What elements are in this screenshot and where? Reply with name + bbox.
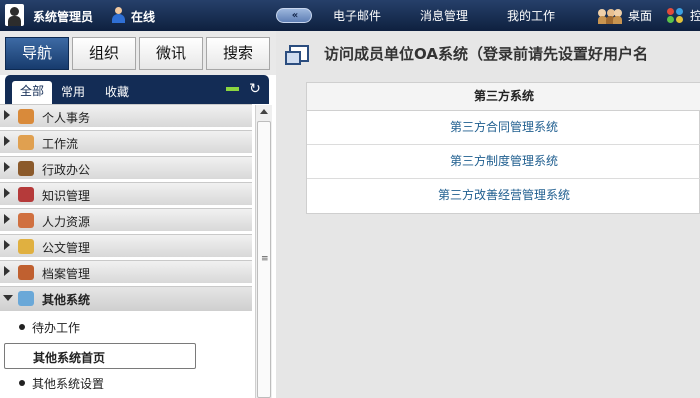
menu-label: 知识管理 — [42, 189, 91, 203]
nav-desktop[interactable]: 桌面 — [628, 7, 652, 24]
bullet-icon — [19, 380, 25, 386]
menu-item-workflow[interactable]: 工作流 — [0, 130, 252, 154]
table-row-policy-system[interactable]: 第三方制度管理系统 — [307, 145, 700, 179]
hr-icon — [18, 213, 34, 228]
expand-arrow-icon — [4, 266, 10, 276]
book-icon — [18, 187, 34, 202]
bullet-icon — [19, 324, 25, 330]
subtab-common[interactable]: 常用 — [61, 83, 85, 100]
table-row-contract-system[interactable]: 第三方合同管理系统 — [307, 111, 700, 145]
other-systems-icon — [18, 291, 34, 306]
submenu-label: 其他系统首页 — [33, 351, 106, 365]
menu-label: 公文管理 — [42, 241, 91, 255]
submenu-label: 待办工作 — [32, 321, 81, 335]
menu-scrollbar[interactable]: ≡ — [255, 105, 272, 398]
menu-label: 人力资源 — [42, 215, 91, 229]
tab-organization[interactable]: 组织 — [72, 37, 136, 70]
tab-search[interactable]: 搜索 — [206, 37, 270, 70]
left-panel: 导航 组织 微讯 搜索 全部 常用 收藏 ↻ 个人事务 工作流 行政办公 知识管… — [0, 31, 276, 398]
subtab-favorites[interactable]: 收藏 — [105, 83, 129, 100]
online-person-icon — [112, 7, 125, 23]
menu-label: 行政办公 — [42, 163, 91, 177]
table-header: 第三方系统 — [307, 83, 700, 111]
nav-email[interactable]: 电子邮件 — [333, 7, 381, 24]
expand-arrow-icon — [4, 240, 10, 250]
scrollbar-thumb[interactable]: ≡ — [257, 121, 271, 398]
expand-arrow-icon — [4, 162, 10, 172]
collapse-arrow-icon — [3, 295, 13, 301]
submenu-other-systems-settings[interactable]: 其他系统设置 — [0, 370, 252, 396]
menu-label: 档案管理 — [42, 267, 91, 281]
menu-item-documents[interactable]: 公文管理 — [0, 234, 252, 258]
online-status[interactable]: 在线 — [131, 8, 155, 25]
tab-micro-message[interactable]: 微讯 — [139, 37, 203, 70]
expand-arrow-icon — [4, 110, 10, 120]
menu-filter-tabs: 全部 常用 收藏 ↻ — [5, 75, 269, 104]
third-party-systems-table: 第三方系统 第三方合同管理系统 第三方制度管理系统 第三方改善经营管理系统 — [306, 82, 700, 214]
desktop-icon[interactable] — [598, 9, 622, 24]
archive-icon — [18, 265, 34, 280]
page-title: 访问成员单位OA系统（登录前请先设置好用户名 — [324, 45, 648, 63]
menu-item-admin-office[interactable]: 行政办公 — [0, 156, 252, 180]
menu-label: 其他系统 — [42, 293, 91, 307]
document-icon — [18, 239, 34, 254]
main-content: 访问成员单位OA系统（登录前请先设置好用户名 第三方系统 第三方合同管理系统 第… — [276, 31, 700, 398]
subtab-all[interactable]: 全部 — [12, 81, 52, 104]
menu-item-knowledge[interactable]: 知识管理 — [0, 182, 252, 206]
user-avatar[interactable] — [5, 4, 24, 26]
collapse-all-icon[interactable] — [226, 87, 239, 91]
navigation-menu: 个人事务 工作流 行政办公 知识管理 人力资源 公文管理 档案管理 其他系统 待… — [0, 104, 252, 398]
main-tabs: 导航 组织 微讯 搜索 — [0, 31, 276, 75]
submenu-other-systems-home[interactable]: 其他系统首页 — [4, 343, 196, 369]
scroll-up-arrow-icon[interactable] — [260, 109, 268, 114]
expand-arrow-icon — [4, 136, 10, 146]
expand-arrow-icon — [4, 188, 10, 198]
menu-item-personal-affairs[interactable]: 个人事务 — [0, 104, 252, 128]
submenu-todo[interactable]: 待办工作 — [0, 314, 252, 340]
menu-item-other-systems[interactable]: 其他系统 — [0, 286, 252, 312]
menu-item-hr[interactable]: 人力资源 — [0, 208, 252, 232]
user-name[interactable]: 系统管理员 — [33, 8, 93, 25]
menu-label: 工作流 — [42, 137, 79, 151]
scroll-grip-icon: ≡ — [261, 254, 269, 264]
submenu-label: 其他系统设置 — [32, 377, 105, 391]
expand-arrow-icon — [4, 214, 10, 224]
nav-control-partial[interactable]: 控 — [690, 7, 700, 24]
menu-label: 个人事务 — [42, 111, 91, 125]
admin-office-icon — [18, 161, 34, 176]
table-row-improvement-system[interactable]: 第三方改善经营管理系统 — [307, 179, 700, 213]
top-bar: 系统管理员 在线 « 电子邮件 消息管理 我的工作 桌面 控 — [0, 0, 700, 31]
menu-item-archives[interactable]: 档案管理 — [0, 260, 252, 284]
tab-navigation[interactable]: 导航 — [5, 37, 69, 70]
refresh-icon[interactable]: ↻ — [248, 81, 262, 97]
person-tasks-icon — [18, 109, 34, 124]
workflow-icon — [18, 135, 34, 150]
window-icon — [285, 45, 309, 65]
collapse-sidebar-button[interactable]: « — [276, 8, 312, 23]
nav-my-work[interactable]: 我的工作 — [507, 7, 555, 24]
nav-messages[interactable]: 消息管理 — [420, 7, 468, 24]
apps-icon[interactable] — [667, 8, 685, 24]
